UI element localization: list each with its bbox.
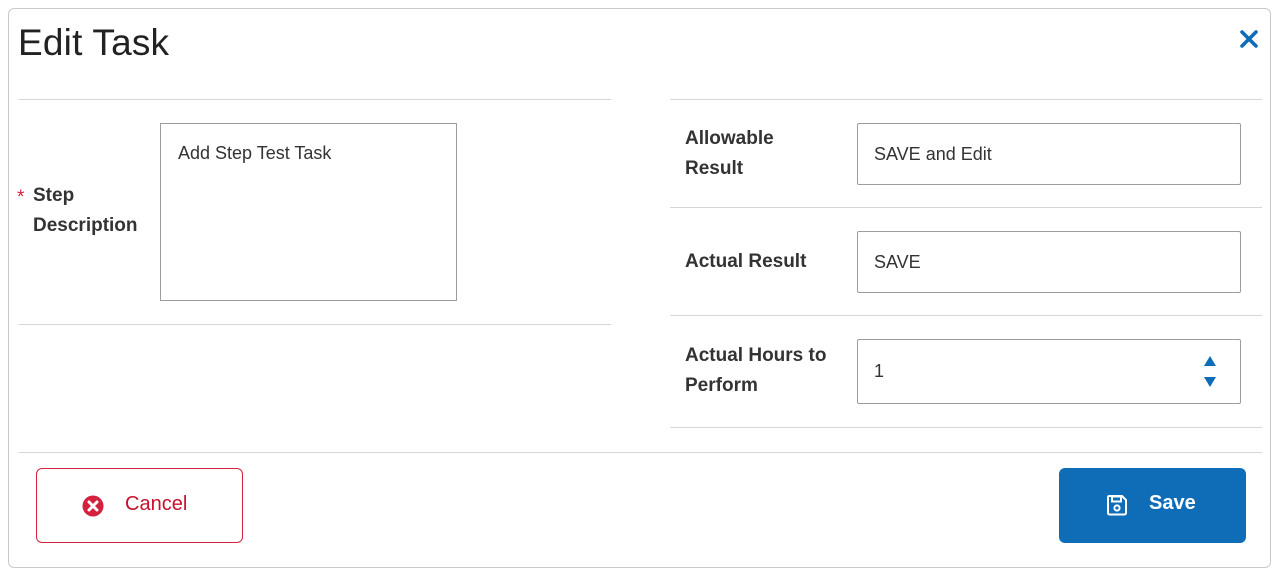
divider <box>19 324 611 325</box>
required-marker: * <box>17 187 25 208</box>
save-button[interactable]: Save <box>1059 468 1246 543</box>
dialog-title: Edit Task <box>18 22 170 63</box>
actual-hours-label: Actual Hours to Perform <box>685 345 827 396</box>
allowable-result-field[interactable] <box>857 123 1241 185</box>
actual-hours-stepper[interactable] <box>857 339 1241 404</box>
divider <box>670 99 1262 100</box>
cancel-label: Cancel <box>125 493 188 515</box>
cancel-button[interactable]: Cancel <box>36 468 243 543</box>
divider <box>670 207 1262 208</box>
actual-result-field[interactable] <box>857 231 1241 293</box>
floppy-disk-icon <box>1107 495 1127 516</box>
allowable-result-label: Allowable Result <box>685 128 774 179</box>
increment-arrow-icon[interactable] <box>1202 353 1218 369</box>
times-circle-icon <box>82 495 104 517</box>
actual-result-label: Actual Result <box>685 251 807 272</box>
save-label: Save <box>1149 492 1196 514</box>
step-description-label: Step Description <box>33 185 138 236</box>
divider <box>670 315 1262 316</box>
divider <box>670 427 1262 428</box>
step-description-field[interactable]: Add Step Test Task <box>160 123 457 301</box>
footer-divider <box>19 452 1262 453</box>
decrement-arrow-icon[interactable] <box>1202 374 1218 390</box>
divider <box>19 99 611 100</box>
close-icon[interactable] <box>1238 28 1260 50</box>
